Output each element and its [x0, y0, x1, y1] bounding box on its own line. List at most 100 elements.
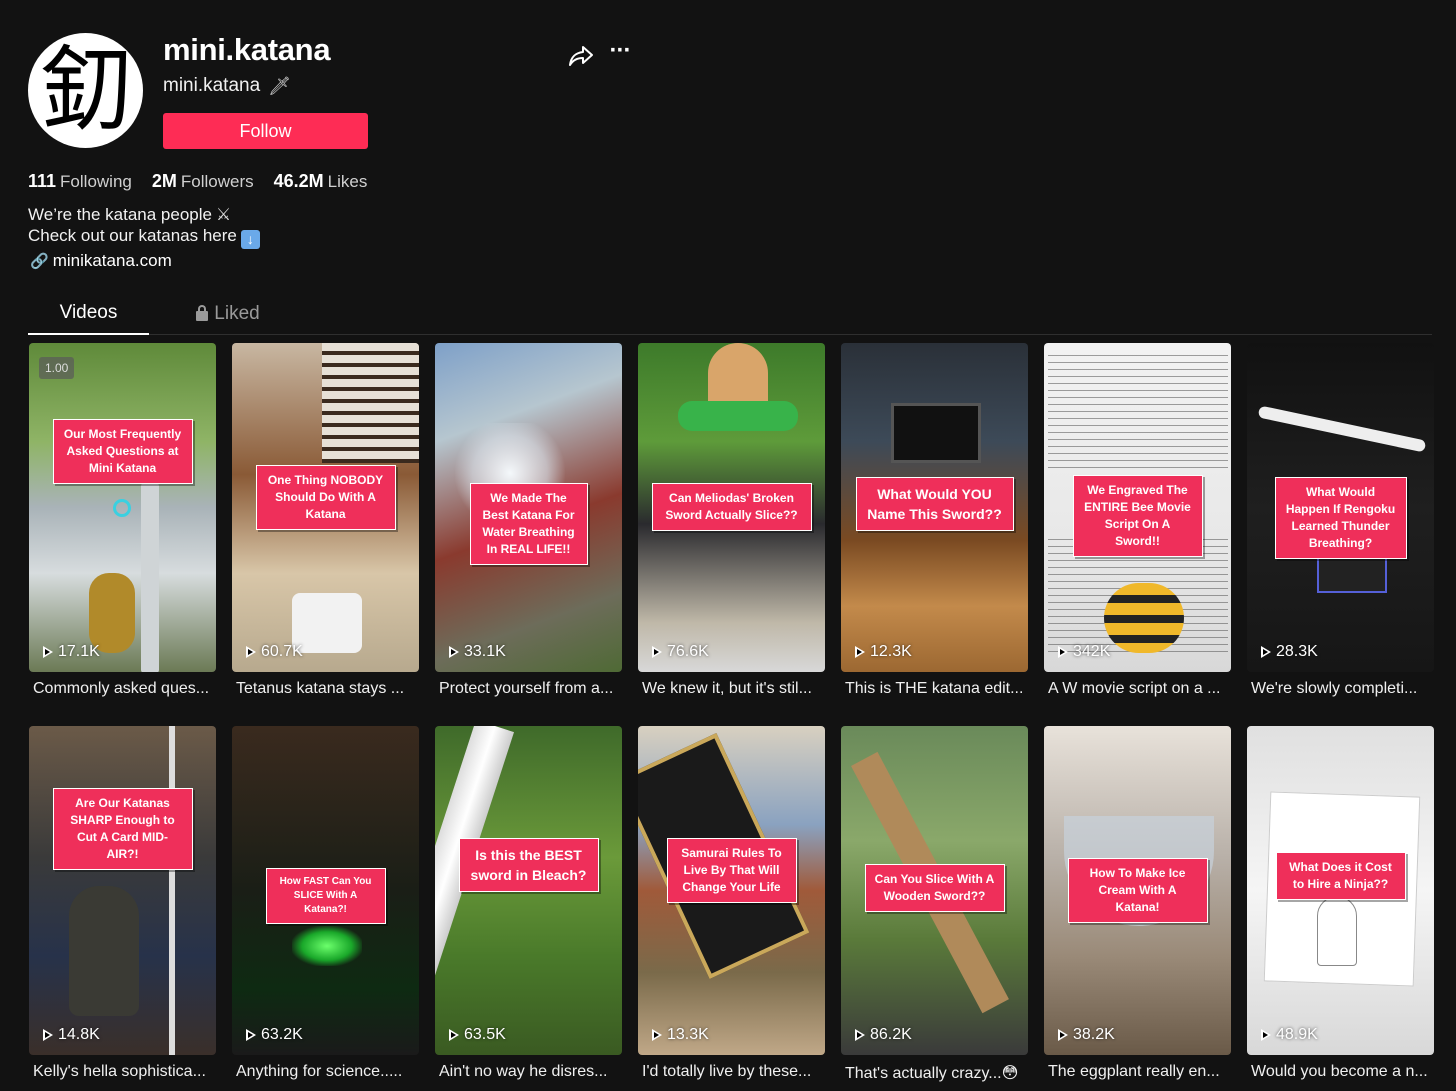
view-count: 48.9K	[1261, 1026, 1318, 1044]
bio-line-1: We’re the katana people	[28, 205, 212, 224]
video-card[interactable]: What Would YOU Name This Sword?? 12.3K T…	[841, 343, 1028, 726]
video-thumbnail[interactable]: We Engraved The ENTIRE Bee Movie Script …	[1044, 343, 1231, 672]
play-icon	[43, 646, 53, 658]
play-icon	[855, 1029, 865, 1041]
profile-stats: 111 Following 2M Followers 46.2M Likes	[28, 171, 367, 192]
play-icon	[1261, 1029, 1271, 1041]
video-caption: Can You Slice With A Wooden Sword??	[864, 864, 1005, 912]
video-card[interactable]: Is this the BEST sword in Bleach? 63.5K …	[435, 726, 622, 1091]
video-thumbnail[interactable]: How To Make Ice Cream With A Katana! 38.…	[1044, 726, 1231, 1055]
video-card[interactable]: Samurai Rules To Live By That Will Chang…	[638, 726, 825, 1091]
view-count: 28.3K	[1261, 643, 1318, 661]
video-card[interactable]: 1.00 Our Most Frequently Asked Questions…	[29, 343, 216, 726]
view-count: 63.2K	[246, 1026, 303, 1044]
view-count: 17.1K	[43, 643, 100, 661]
video-caption: One Thing NOBODY Should Do With A Katana	[255, 465, 396, 530]
play-icon	[43, 1029, 53, 1041]
video-title[interactable]: Tetanus katana stays ...	[236, 680, 419, 698]
video-thumbnail[interactable]: One Thing NOBODY Should Do With A Katana…	[232, 343, 419, 672]
video-thumbnail[interactable]: 1.00 Our Most Frequently Asked Questions…	[29, 343, 216, 672]
video-card[interactable]: One Thing NOBODY Should Do With A Katana…	[232, 343, 419, 726]
profile-nickname: mini.katana 🗡	[163, 75, 291, 97]
likes-stat: 46.2M Likes	[273, 171, 368, 191]
video-title[interactable]: I'd totally live by these...	[642, 1063, 825, 1081]
followers-stat[interactable]: 2M Followers	[152, 171, 254, 192]
sword-shape	[1257, 405, 1427, 453]
nickname-text: mini.katana	[163, 75, 261, 96]
view-count: 60.7K	[246, 643, 303, 661]
sword-rack-shape	[322, 343, 419, 463]
video-title[interactable]: This is THE katana edit...	[845, 680, 1028, 698]
profile-link[interactable]: 🔗 minikatana.com	[30, 251, 172, 271]
video-title[interactable]: Would you become a n...	[1251, 1063, 1434, 1081]
video-card[interactable]: What Would Happen If Rengoku Learned Thu…	[1247, 343, 1434, 726]
video-title[interactable]: We're slowly completi...	[1251, 680, 1434, 698]
video-card[interactable]: Can You Slice With A Wooden Sword?? 86.2…	[841, 726, 1028, 1091]
video-caption: We Engraved The ENTIRE Bee Movie Script …	[1072, 475, 1203, 557]
video-caption: Are Our Katanas SHARP Enough to Cut A Ca…	[52, 788, 193, 870]
video-card[interactable]: How To Make Ice Cream With A Katana! 38.…	[1044, 726, 1231, 1091]
cursor-ring	[113, 499, 131, 517]
view-count: 76.6K	[652, 643, 709, 661]
following-stat[interactable]: 111 Following	[28, 171, 132, 192]
tv-shape	[891, 403, 981, 463]
green-sword-shape	[678, 401, 798, 431]
play-icon	[652, 646, 662, 658]
blade-shape	[141, 483, 159, 672]
video-thumbnail[interactable]: Can You Slice With A Wooden Sword?? 86.2…	[841, 726, 1028, 1055]
view-count: 342K	[1058, 643, 1110, 661]
view-count: 86.2K	[855, 1026, 912, 1044]
play-icon	[449, 1029, 459, 1041]
video-title[interactable]: Ain't no way he disres...	[439, 1063, 622, 1081]
play-icon	[449, 646, 459, 658]
video-card[interactable]: How FAST Can You SLICE With A Katana?! 6…	[232, 726, 419, 1091]
video-title[interactable]: That's actually crazy...😳	[845, 1063, 1028, 1083]
device-shape	[1317, 553, 1387, 593]
video-card[interactable]: Can Meliodas' Broken Sword Actually Slic…	[638, 343, 825, 726]
share-icon[interactable]	[567, 42, 595, 70]
video-card[interactable]: We Made The Best Katana For Water Breath…	[435, 343, 622, 726]
video-caption: What Does it Cost to Hire a Ninja??	[1275, 852, 1406, 900]
video-thumbnail[interactable]: What Does it Cost to Hire a Ninja?? 48.9…	[1247, 726, 1434, 1055]
script-text-shape	[1048, 349, 1228, 469]
play-icon	[246, 1029, 256, 1041]
lock-icon	[196, 304, 209, 321]
video-title[interactable]: A W movie script on a ...	[1048, 680, 1231, 698]
video-caption: Samurai Rules To Live By That Will Chang…	[666, 838, 797, 903]
more-icon[interactable]: ···	[605, 39, 635, 69]
video-title[interactable]: We knew it, but it's stil...	[642, 680, 825, 698]
profile-link-text[interactable]: minikatana.com	[53, 251, 172, 271]
video-thumbnail[interactable]: We Made The Best Katana For Water Breath…	[435, 343, 622, 672]
video-title[interactable]: The eggplant really en...	[1048, 1063, 1231, 1081]
follow-button[interactable]: Follow	[163, 113, 368, 149]
video-thumbnail[interactable]: What Would Happen If Rengoku Learned Thu…	[1247, 343, 1434, 672]
video-title[interactable]: Kelly's hella sophistica...	[33, 1063, 216, 1081]
video-card[interactable]: Are Our Katanas SHARP Enough to Cut A Ca…	[29, 726, 216, 1091]
video-thumbnail[interactable]: Can Meliodas' Broken Sword Actually Slic…	[638, 343, 825, 672]
profile-username: mini.katana	[163, 32, 331, 67]
speed-badge: 1.00	[39, 357, 75, 379]
video-title[interactable]: Anything for science.....	[236, 1063, 419, 1081]
video-thumbnail[interactable]: How FAST Can You SLICE With A Katana?! 6…	[232, 726, 419, 1055]
video-title[interactable]: Protect yourself from a...	[439, 680, 622, 698]
video-thumbnail[interactable]: Are Our Katanas SHARP Enough to Cut A Ca…	[29, 726, 216, 1055]
link-icon: 🔗	[30, 253, 49, 270]
tab-videos[interactable]: Videos	[28, 292, 149, 335]
video-caption: How To Make Ice Cream With A Katana!	[1067, 858, 1208, 923]
video-thumbnail[interactable]: Samurai Rules To Live By That Will Chang…	[638, 726, 825, 1055]
laser-glow-shape	[292, 926, 362, 966]
view-count: 63.5K	[449, 1026, 506, 1044]
ninja-sketch-shape	[1317, 896, 1357, 966]
video-caption: What Would Happen If Rengoku Learned Thu…	[1274, 477, 1407, 559]
play-icon	[1058, 1029, 1068, 1041]
video-card[interactable]: What Does it Cost to Hire a Ninja?? 48.9…	[1247, 726, 1434, 1091]
view-count: 13.3K	[652, 1026, 709, 1044]
sword-emoji-icon: 🗡	[268, 75, 292, 96]
video-card[interactable]: We Engraved The ENTIRE Bee Movie Script …	[1044, 343, 1231, 726]
tab-liked[interactable]: Liked	[178, 292, 278, 335]
video-thumbnail[interactable]: What Would YOU Name This Sword?? 12.3K	[841, 343, 1028, 672]
video-caption: Can Meliodas' Broken Sword Actually Slic…	[651, 483, 812, 531]
video-title[interactable]: Commonly asked ques...	[33, 680, 216, 698]
video-thumbnail[interactable]: Is this the BEST sword in Bleach? 63.5K	[435, 726, 622, 1055]
profile-bio: We’re the katana people ⚔ Check out our k…	[28, 204, 260, 249]
